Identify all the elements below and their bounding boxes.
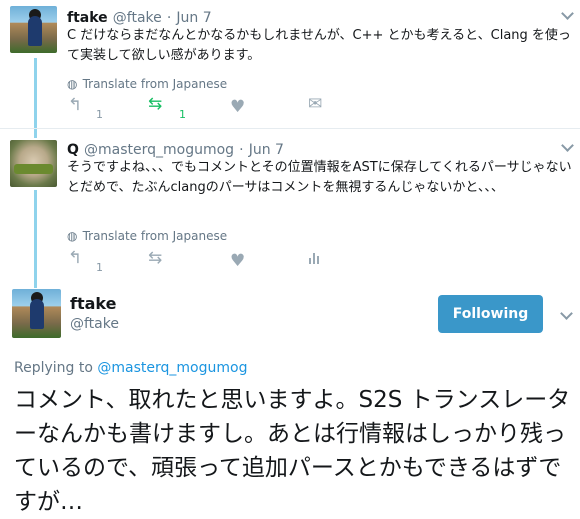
author-name[interactable]: Q [67, 142, 79, 158]
thread-line [34, 58, 37, 138]
retweet-count: 1 [179, 108, 186, 121]
divider [0, 128, 580, 129]
retweet-icon[interactable]: ⇆ [148, 96, 162, 113]
replying-to: Replying to @masterq_mogumog [14, 360, 247, 376]
separator-dot: · [166, 10, 172, 26]
globe-icon: ◍ [67, 229, 78, 243]
translate-link[interactable]: Translate from Japanese [83, 229, 228, 243]
author-name[interactable]: ftake [70, 294, 116, 313]
separator-dot: · [239, 142, 244, 158]
tweet-text: C だけならまだなんとかなるかもしれませんが、C++ とかも考えると、Clang… [67, 28, 571, 63]
tweet-text: コメント、取れたと思いますよ。S2S トランスレーターなんかも書けますし。あとは… [14, 387, 571, 515]
translate-link[interactable]: Translate from Japanese [83, 77, 228, 91]
following-button[interactable]: Following [438, 295, 543, 333]
reply-icon[interactable]: ↰ [68, 250, 82, 267]
reply-icon[interactable]: ↰ [68, 97, 82, 114]
avatar[interactable] [12, 289, 61, 338]
message-icon[interactable]: ✉ [308, 96, 322, 113]
retweet-icon[interactable]: ⇆ [148, 250, 162, 267]
author-name[interactable]: ftake [67, 10, 108, 26]
avatar[interactable] [10, 140, 57, 187]
reply-count: 1 [96, 108, 103, 121]
like-icon[interactable]: ♥ [230, 253, 245, 270]
chevron-down-icon[interactable] [561, 7, 574, 20]
author-handle[interactable]: @ftake [70, 316, 119, 332]
thread-line [34, 190, 37, 288]
replying-prefix: Replying to [14, 360, 93, 376]
globe-icon: ◍ [67, 77, 78, 91]
author-handle[interactable]: @ftake [113, 10, 162, 26]
tweet-date[interactable]: Jun 7 [249, 142, 284, 158]
analytics-icon[interactable] [309, 251, 323, 265]
chevron-down-icon[interactable] [560, 307, 573, 320]
like-icon[interactable]: ♥ [230, 99, 245, 116]
reply-count: 1 [96, 261, 103, 274]
replying-to-link[interactable]: @masterq_mogumog [97, 360, 247, 376]
tweet-date[interactable]: Jun 7 [176, 10, 211, 26]
author-handle[interactable]: @masterq_mogumog [84, 142, 234, 158]
chevron-down-icon[interactable] [561, 139, 574, 152]
tweet-text: そうですよね、、、でもコメントとその位置情報をASTに保存してくれるパーサじゃな… [67, 160, 572, 195]
avatar[interactable] [10, 6, 57, 53]
